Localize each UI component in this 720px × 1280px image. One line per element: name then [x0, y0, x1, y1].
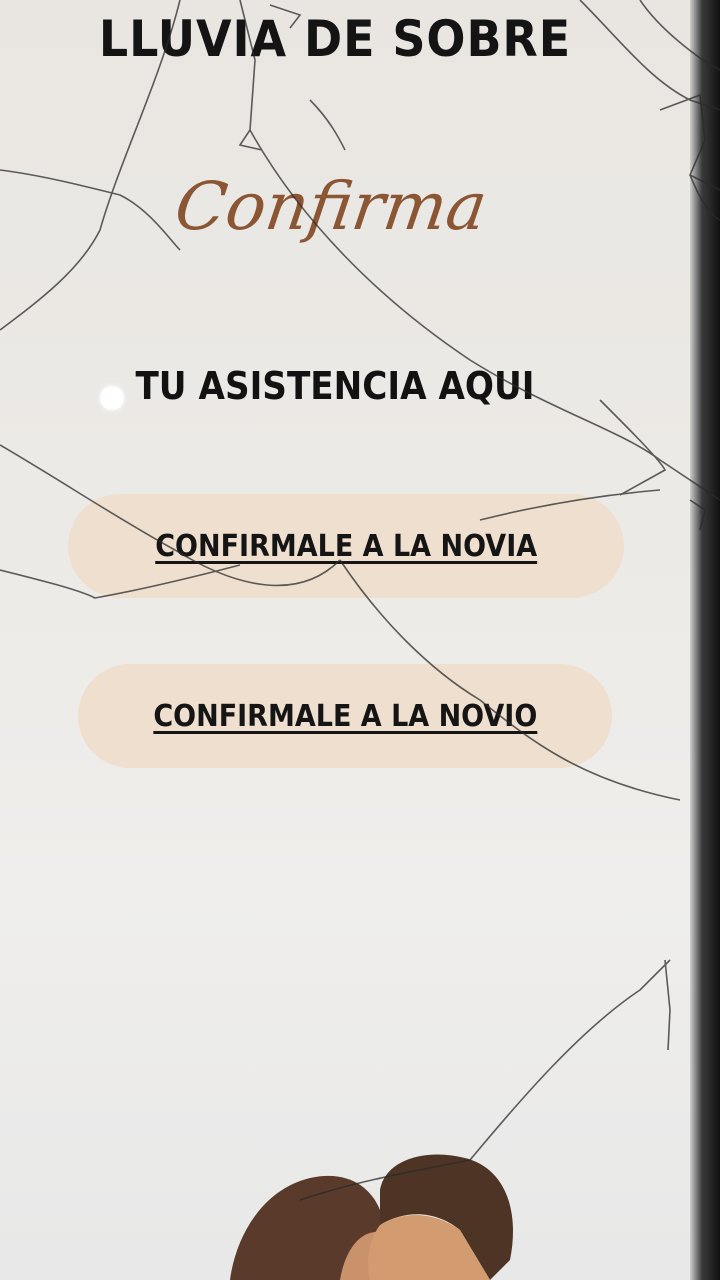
confirm-bride-button[interactable]: CONFIRMALE A LA NOVIA	[68, 494, 624, 598]
confirm-bride-label: CONFIRMALE A LA NOVIA	[155, 528, 537, 564]
page-title: LLUVIA DE SOBRE	[98, 10, 572, 68]
attendance-subtitle: TU ASISTENCIA AQUI	[135, 364, 535, 408]
confirm-groom-label: CONFIRMALE A LA NOVIO	[153, 698, 537, 734]
phone-screen: LLUVIA DE SOBRE Confirma TU ASISTENCIA A…	[0, 0, 690, 1280]
confirm-groom-button[interactable]: CONFIRMALE A LA NOVIO	[78, 664, 612, 768]
couple-kiss-illustration	[230, 1154, 513, 1280]
phone-bezel	[690, 0, 720, 1280]
confirma-script-heading: Confirma	[170, 168, 492, 245]
